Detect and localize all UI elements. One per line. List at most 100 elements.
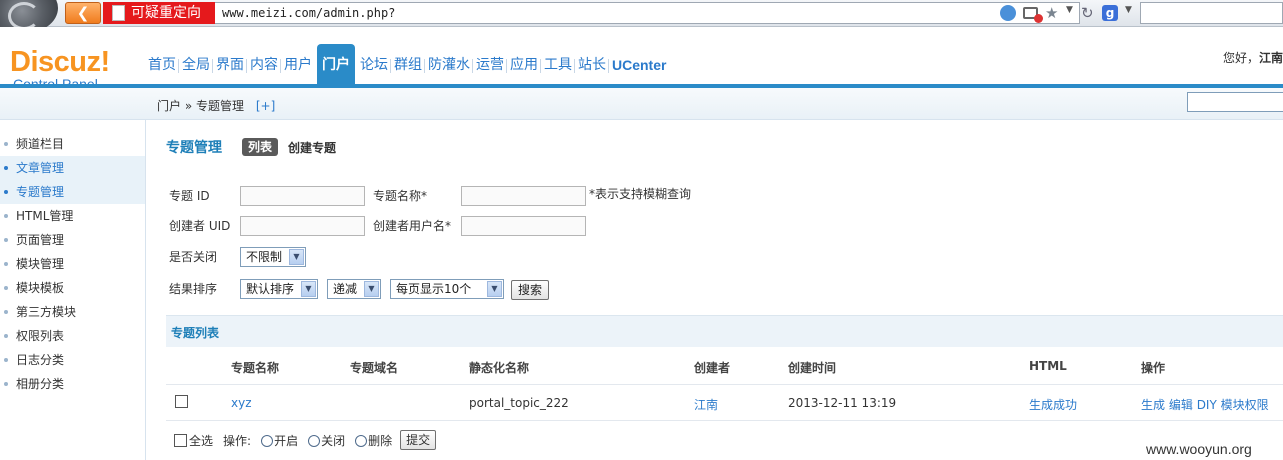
nav-tools[interactable]: 工具	[540, 44, 575, 86]
nav-antispam[interactable]: 防灌水	[424, 44, 473, 86]
direction-select-value: 递减	[333, 282, 358, 296]
nav-home[interactable]: 首页	[145, 44, 179, 86]
column-topic-name: 专题名称	[231, 361, 280, 375]
tab-create-topic[interactable]: 创建专题	[288, 139, 336, 156]
chevron-down-icon: ▼	[487, 281, 502, 297]
search-engine-icon[interactable]: g	[1102, 5, 1118, 21]
creator-username-input[interactable]	[461, 216, 586, 236]
nav-webmaster[interactable]: 站长	[574, 44, 609, 86]
fuzzy-search-hint: *表示支持模糊查询	[589, 187, 692, 201]
nav-groups[interactable]: 群组	[390, 44, 425, 86]
sidebar-item-permissions[interactable]: 权限列表	[0, 324, 145, 348]
action-delete[interactable]: 删除	[355, 432, 392, 449]
main-nav: 首页 全局 界面 内容 用户 门户 论坛 群组 防灌水 运营 应用 工具 站长 …	[145, 44, 669, 86]
reload-icon[interactable]: ↻	[1081, 5, 1095, 21]
column-static-name: 静态化名称	[469, 361, 530, 375]
nav-global[interactable]: 全局	[178, 44, 213, 86]
menu-search-input[interactable]	[1187, 92, 1283, 112]
nav-ucenter[interactable]: UCenter	[607, 44, 669, 86]
order-label: 结果排序	[169, 282, 218, 296]
nav-forum[interactable]: 论坛	[357, 44, 391, 86]
greeting-text: 您好，	[1222, 51, 1259, 65]
radio-open[interactable]	[261, 434, 274, 447]
column-html: HTML	[1029, 359, 1067, 373]
radio-close[interactable]	[308, 434, 321, 447]
dropdown-caret-icon[interactable]: ▼	[1066, 5, 1074, 21]
closed-select[interactable]: 不限制 ▼	[240, 247, 306, 267]
sidebar-item-album-categories[interactable]: 相册分类	[0, 372, 145, 396]
created-time: 2013-12-11 13:19	[788, 396, 897, 410]
action-close[interactable]: 关闭	[308, 432, 345, 449]
op-generate-link[interactable]: 生成	[1141, 398, 1165, 412]
row-divider	[166, 384, 1283, 385]
chevron-down-icon: ▼	[301, 281, 316, 297]
sidebar-item-blog-categories[interactable]: 日志分类	[0, 348, 145, 372]
nav-apps[interactable]: 应用	[506, 44, 541, 86]
add-shortcut-link[interactable]: [+]	[256, 99, 275, 113]
search-button[interactable]: 搜索	[511, 280, 550, 300]
sidebar-item-pages[interactable]: 页面管理	[0, 228, 145, 252]
search-box[interactable]	[1140, 2, 1283, 24]
action-close-label: 关闭	[321, 433, 346, 448]
star-icon[interactable]: ★	[1045, 5, 1059, 21]
address-bar-icons: ★ ▼ ↻ g ▼	[1000, 4, 1133, 23]
topic-name-link[interactable]: xyz	[231, 396, 252, 410]
radio-delete[interactable]	[355, 434, 368, 447]
nav-users[interactable]: 用户	[280, 44, 315, 86]
nav-content[interactable]: 内容	[246, 44, 281, 86]
breadcrumb-section[interactable]: 门户	[157, 99, 181, 113]
op-edit-link[interactable]: 编辑	[1169, 398, 1193, 412]
back-button[interactable]: ❮	[65, 2, 101, 24]
direction-select[interactable]: 递减 ▼	[327, 279, 381, 299]
column-creator: 创建者	[694, 361, 731, 375]
tab-list[interactable]: 列表	[242, 138, 279, 156]
perpage-select[interactable]: 每页显示10个 ▼	[390, 279, 504, 299]
topic-name-input[interactable]	[461, 186, 586, 206]
creator-uid-input[interactable]	[240, 216, 365, 236]
redirect-warning[interactable]: 可疑重定向	[103, 2, 215, 24]
action-delete-label: 删除	[368, 433, 393, 448]
order-select[interactable]: 默认排序 ▼	[240, 279, 318, 299]
html-status-link[interactable]: 生成成功	[1029, 396, 1077, 413]
op-block-permissions-link[interactable]: 模块权限	[1221, 398, 1269, 412]
topic-id-input[interactable]	[240, 186, 365, 206]
blocked-tab-icon[interactable]	[1023, 7, 1043, 23]
column-topic-domain: 专题域名	[350, 361, 399, 375]
action-label: 操作:	[223, 433, 252, 448]
nav-operations[interactable]: 运营	[472, 44, 507, 86]
username[interactable]: 江南	[1259, 51, 1283, 65]
creator-username-label: 创建者用户名*	[373, 219, 452, 233]
page-title: 专题管理	[166, 140, 222, 156]
sidebar-item-blocks[interactable]: 模块管理	[0, 252, 145, 276]
sidebar-item-articles[interactable]: 文章管理	[0, 156, 145, 180]
chevron-down-icon: ▼	[364, 281, 379, 297]
search-engine-caret-icon[interactable]: ▼	[1125, 5, 1133, 21]
nav-portal[interactable]: 门户	[317, 44, 355, 86]
topic-id-label: 专题 ID	[169, 189, 210, 203]
robot-icon[interactable]	[1000, 5, 1016, 21]
address-bar[interactable]: www.meizi.com/admin.php?	[215, 2, 1080, 24]
sidebar-item-html[interactable]: HTML管理	[0, 204, 145, 228]
closed-select-value: 不限制	[246, 250, 283, 264]
select-all-checkbox[interactable]	[174, 433, 187, 447]
breadcrumb-bar: 门户 » 专题管理 [+]	[0, 88, 1283, 120]
action-open[interactable]: 开启	[261, 432, 298, 449]
row-checkbox[interactable]	[175, 395, 188, 408]
sidebar-item-topics[interactable]: 专题管理	[0, 180, 145, 204]
sidebar-item-third-party-blocks[interactable]: 第三方模块	[0, 300, 145, 324]
nav-interface[interactable]: 界面	[212, 44, 247, 86]
creator-uid-label: 创建者 UID	[169, 219, 231, 233]
topic-name-label: 专题名称*	[373, 189, 428, 203]
operation-links: 生成 编辑 DIY 模块权限	[1141, 396, 1269, 413]
creator-link[interactable]: 江南	[694, 396, 718, 413]
breadcrumb: 门户 » 专题管理 [+]	[157, 97, 275, 114]
sidebar: 频道栏目 文章管理 专题管理 HTML管理 页面管理 模块管理 模块模板 第三方…	[0, 120, 146, 460]
action-open-label: 开启	[274, 433, 299, 448]
submit-button[interactable]: 提交	[400, 430, 437, 450]
topic-list-header: 专题列表	[166, 315, 1283, 347]
sidebar-item-channels[interactable]: 频道栏目	[0, 132, 145, 156]
op-diy-link[interactable]: DIY	[1197, 398, 1217, 412]
sidebar-item-block-templates[interactable]: 模块模板	[0, 276, 145, 300]
topic-static-name: portal_topic_222	[469, 396, 569, 410]
topic-list-heading: 专题列表	[171, 326, 220, 340]
